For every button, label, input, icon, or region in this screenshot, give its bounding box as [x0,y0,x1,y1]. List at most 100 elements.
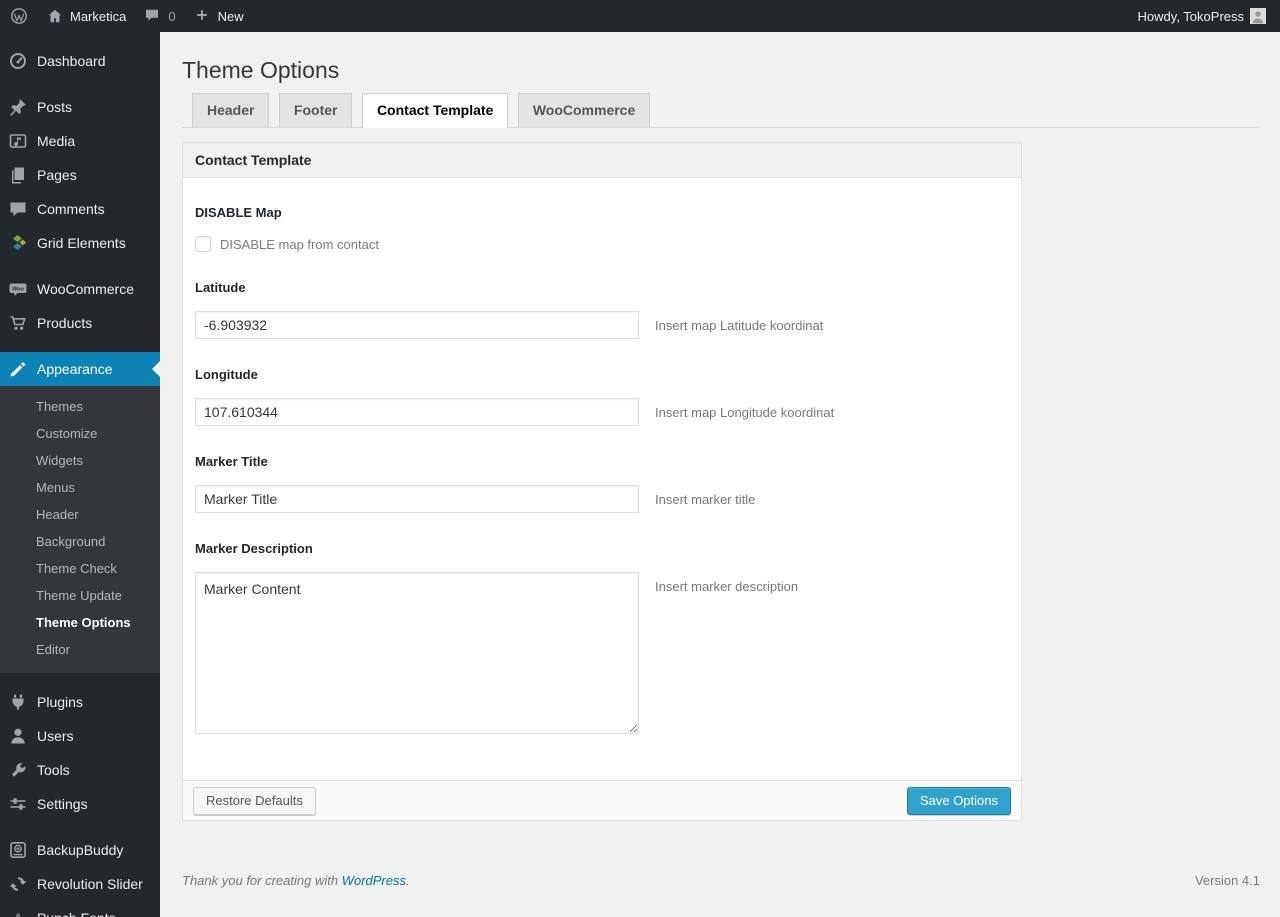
sidebar-item-label: WooCommerce [37,281,134,297]
cart-icon [8,313,28,333]
backup-drive-icon [8,840,28,860]
sidebar-item-products[interactable]: Products [0,306,160,340]
sidebar-item-revolution-slider[interactable]: Revolution Slider [0,867,160,901]
marker-title-input[interactable] [195,485,639,513]
marker-description-textarea[interactable]: Marker Content [195,572,639,734]
field-label: Marker Title [195,454,268,469]
save-options-button[interactable]: Save Options [906,786,1011,815]
field-latitude: Latitude Insert map Latitude koordinat [195,280,1009,339]
admin-bar: Marketica 0 New Howdy, TokoPress [0,0,1280,32]
howdy-account-menu[interactable]: Howdy, TokoPress [1138,8,1266,24]
sidebar-item-appearance[interactable]: Appearance [0,352,160,386]
tab-woocommerce[interactable]: WooCommerce [517,93,651,127]
wrench-icon [8,760,28,780]
sidebar-item-dashboard[interactable]: Dashboard [0,44,160,78]
tab-contact-template[interactable]: Contact Template [361,93,509,128]
menu-separator [0,821,160,833]
sidebar-item-label: Appearance [37,361,113,377]
pushpin-icon [8,97,28,117]
field-marker-description: Marker Description Marker Content Insert… [195,541,1009,734]
menu-separator [0,340,160,352]
sidebar-item-label: Posts [37,99,73,115]
footer-thanks-text: Thank you for creating with [182,873,342,888]
plus-icon [194,7,212,25]
footer-thanks-suffix: . [406,873,410,888]
sidebar-item-settings[interactable]: Settings [0,787,160,821]
sliders-icon [8,794,28,814]
sidebar-item-tools[interactable]: Tools [0,753,160,787]
sidebar-item-label: Dashboard [37,53,106,69]
submenu-item-customize[interactable]: Customize [0,420,160,447]
comments-counter[interactable]: 0 [144,7,176,25]
sidebar-item-label: Grid Elements [37,235,126,251]
woocommerce-icon: Woo [8,279,28,299]
sidebar-item-posts[interactable]: Posts [0,90,160,124]
page-footer: Thank you for creating with WordPress. V… [182,873,1260,906]
sidebar-item-woocommerce[interactable]: Woo WooCommerce [0,272,160,306]
submenu-item-header[interactable]: Header [0,501,160,528]
plug-icon [8,692,28,712]
refresh-arrows-icon [8,874,28,894]
field-longitude: Longitude Insert map Longitude koordinat [195,367,1009,426]
sidebar-item-grid-elements[interactable]: Grid Elements [0,226,160,260]
panel-body: DISABLE Map DISABLE map from contact Lat… [183,178,1021,780]
new-content-menu[interactable]: New [194,7,244,25]
appearance-submenu: Themes Customize Widgets Menus Header Ba… [0,386,160,673]
home-icon [46,7,64,25]
sidebar-item-label: Media [37,133,76,149]
submenu-item-themes[interactable]: Themes [0,393,160,420]
sidebar-item-media[interactable]: Media [0,124,160,158]
sidebar-item-punch-fonts[interactable]: A Punch Fonts [0,901,160,917]
tab-bar: Header Footer Contact Template WooCommer… [182,93,1260,128]
field-label: Latitude [195,280,246,295]
submenu-item-widgets[interactable]: Widgets [0,447,160,474]
restore-defaults-button[interactable]: Restore Defaults [193,786,316,815]
sidebar-item-label: Punch Fonts [37,910,116,917]
disable-map-checkbox[interactable] [195,236,211,252]
field-help-text: Insert marker title [655,492,756,507]
pages-icon [8,165,28,185]
avatar [1250,8,1266,24]
submenu-item-editor[interactable]: Editor [0,636,160,663]
sidebar-item-plugins[interactable]: Plugins [0,685,160,719]
user-icon [8,726,28,746]
admin-sidebar: Dashboard Posts Media Pages Comments Gri… [0,32,160,917]
sidebar-item-users[interactable]: Users [0,719,160,753]
comment-bubble-icon [144,7,162,25]
submenu-item-menus[interactable]: Menus [0,474,160,501]
tab-header[interactable]: Header [192,93,270,127]
sidebar-item-pages[interactable]: Pages [0,158,160,192]
grid-elements-icon [8,233,28,253]
menu-separator [0,260,160,272]
tab-footer[interactable]: Footer [278,93,353,127]
submenu-item-theme-check[interactable]: Theme Check [0,555,160,582]
sidebar-item-backupbuddy[interactable]: BackupBuddy [0,833,160,867]
letter-a-icon: A [8,908,28,917]
wordpress-logo-menu[interactable] [10,7,28,25]
site-name-link[interactable]: Marketica [46,7,126,25]
media-icon [8,131,28,151]
sidebar-item-label: Pages [37,167,77,183]
submenu-item-theme-options[interactable]: Theme Options [0,609,160,636]
submenu-item-theme-update[interactable]: Theme Update [0,582,160,609]
latitude-input[interactable] [195,311,639,339]
sidebar-item-label: Products [37,315,93,331]
sidebar-item-label: Settings [37,796,88,812]
sidebar-item-comments[interactable]: Comments [0,192,160,226]
svg-text:Woo: Woo [12,287,24,293]
dashboard-icon [8,51,28,71]
longitude-input[interactable] [195,398,639,426]
field-help-text: Insert map Longitude koordinat [655,405,835,420]
field-label: Marker Description [195,541,313,556]
checkbox-label: DISABLE map from contact [220,236,379,252]
submenu-item-background[interactable]: Background [0,528,160,555]
field-disable-map: DISABLE Map DISABLE map from contact [195,205,1009,252]
main-content: Theme Options Header Footer Contact Temp… [160,32,1280,917]
wordpress-logo-icon [10,7,28,25]
menu-separator [0,673,160,685]
site-name-label: Marketica [70,8,127,24]
howdy-label: Howdy, TokoPress [1137,8,1244,24]
wordpress-link[interactable]: WordPress [342,873,406,888]
menu-separator [0,78,160,90]
version-label: Version 4.1 [1194,873,1260,888]
